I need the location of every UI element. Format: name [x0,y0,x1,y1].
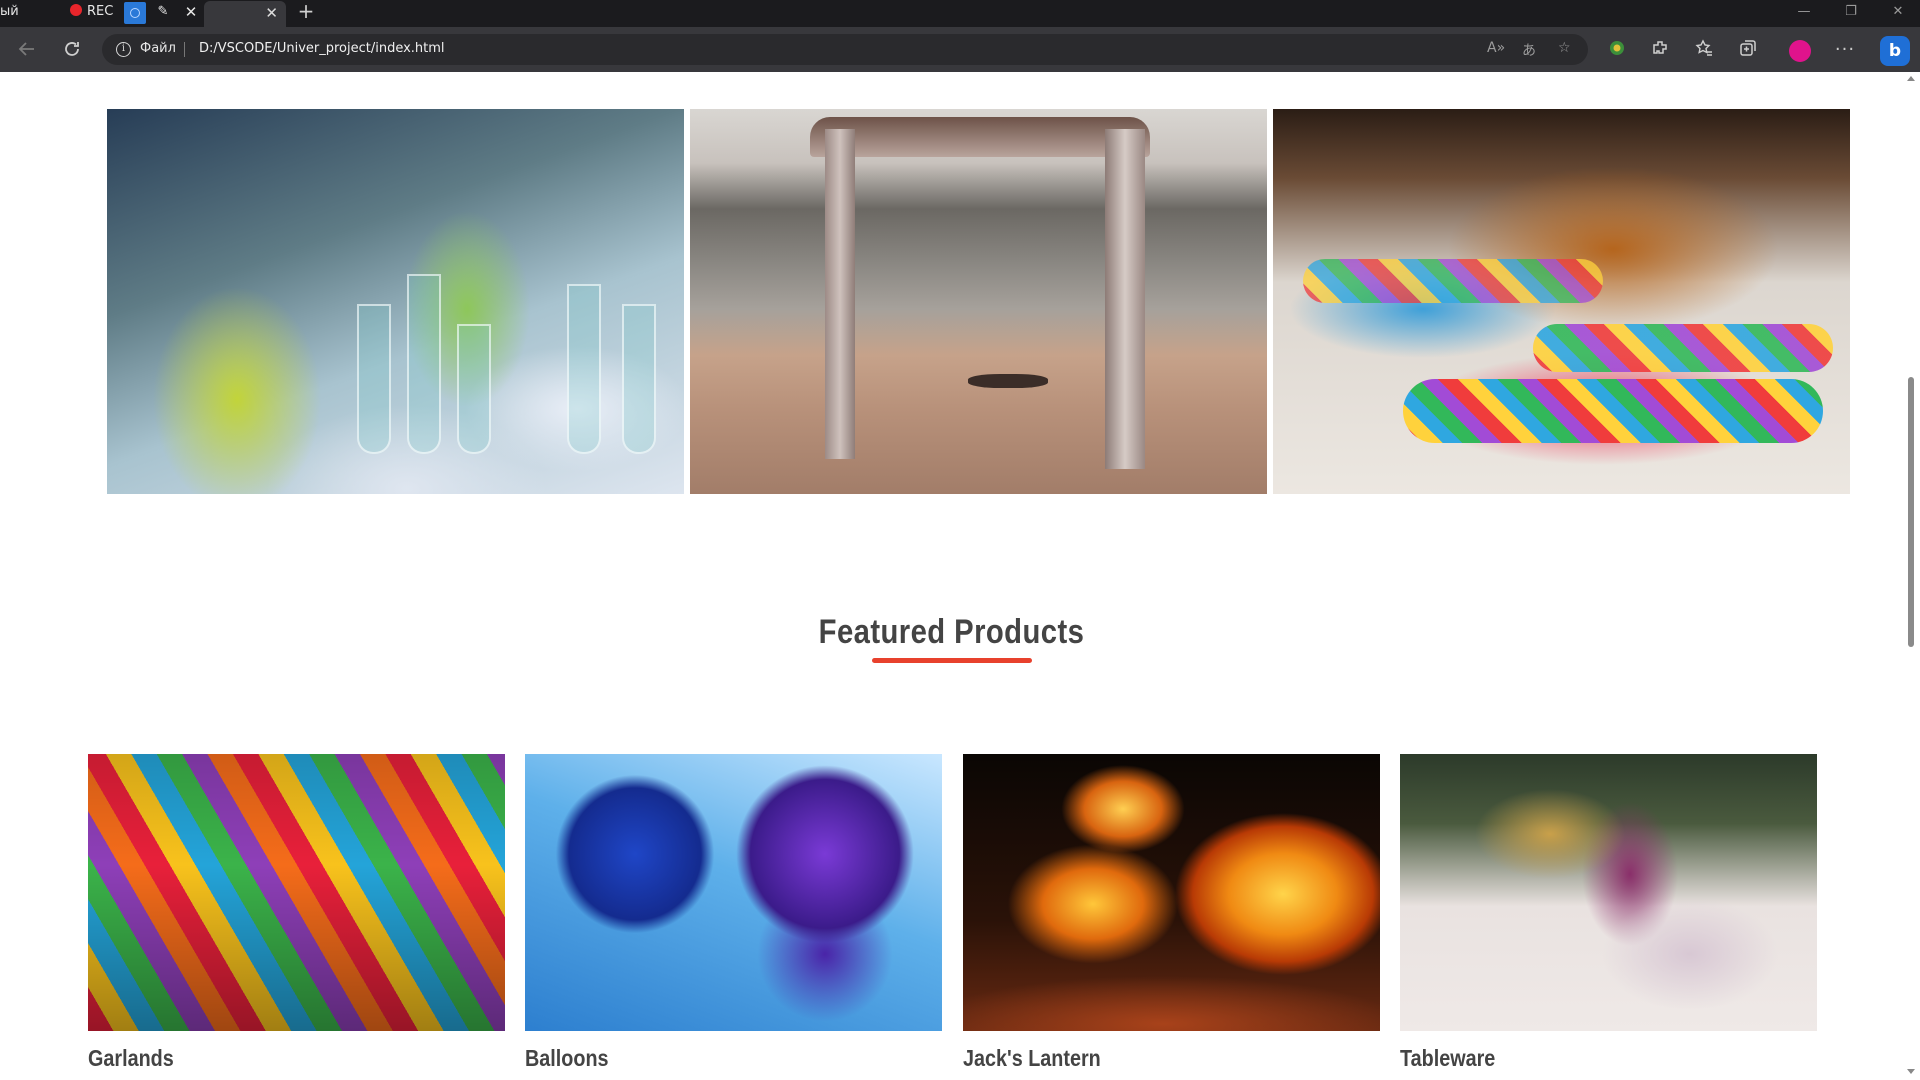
pen-icon[interactable]: ✎ [154,2,172,22]
product-name[interactable]: Balloons [525,1045,884,1072]
title-underline [872,658,1032,663]
extension-icon[interactable] [1605,38,1629,62]
refresh-icon[interactable] [60,38,84,62]
read-aloud-icon[interactable]: A» [1487,40,1505,56]
close-recorder-icon[interactable]: ✕ [183,2,199,22]
product-name[interactable]: Garlands [88,1045,447,1072]
restore-icon[interactable]: ❐ [1841,4,1861,19]
streamer-coil [1403,379,1823,443]
glass-shape [622,304,656,454]
back-icon[interactable] [15,38,39,62]
scroll-up-icon[interactable] [1907,76,1915,81]
new-tab-icon[interactable]: + [296,1,316,21]
scroll-thumb[interactable] [1908,377,1914,647]
product-name[interactable]: Tableware [1400,1045,1759,1072]
arch-right-drape [1105,129,1145,469]
translate-icon[interactable]: あ [1522,40,1536,60]
tableware-image[interactable] [1400,754,1817,1031]
more-icon[interactable]: ··· [1833,38,1857,62]
page-viewport: Featured Products Garlands Balloons Jack… [0,72,1920,1080]
url-text[interactable]: D:/VSCODE/Univer_project/index.html [199,41,445,56]
collections-icon[interactable] [1736,38,1760,62]
browser-toolbar: i Файл D:/VSCODE/Univer_project/index.ht… [0,27,1920,72]
rec-tab[interactable]: REC [70,2,130,22]
streamer-coil [1533,324,1833,372]
glass-shape [567,284,601,454]
garlands-image[interactable] [88,754,505,1031]
glass-shape [407,274,441,454]
address-bar[interactable]: i Файл D:/VSCODE/Univer_project/index.ht… [102,34,1588,65]
bing-icon[interactable]: b [1880,36,1910,66]
scheme-label: Файл [140,41,176,56]
address-separator [184,42,185,57]
table-setting-photo [107,109,684,494]
jacks-lantern-image[interactable] [963,754,1380,1031]
arch-top-shape [810,117,1150,157]
page-scrollbar[interactable] [1903,72,1920,1080]
extensions-icon[interactable] [1648,38,1672,62]
party-streamers-photo [1273,109,1850,494]
tab-bar: ый экран REC ✎ ✕ ✕ + — ❐ ✕ [0,0,1920,39]
product-card[interactable]: Balloons [525,754,942,1072]
close-tab-icon[interactable]: ✕ [265,4,278,22]
rec-label: REC [87,4,114,19]
glass-shape [457,324,491,454]
site-info-icon[interactable]: i [116,42,131,57]
active-tab[interactable]: ✕ [204,1,286,27]
section-title: Featured Products [818,613,1085,651]
streamer-coil [1303,259,1603,303]
arch-left-drape [825,129,855,459]
product-name[interactable]: Jack's Lantern [963,1045,1322,1072]
product-card[interactable]: Jack's Lantern [963,754,1380,1072]
record-icon [70,4,82,16]
profile-icon[interactable] [1789,40,1811,62]
close-window-icon[interactable]: ✕ [1888,4,1908,19]
balloons-image[interactable] [525,754,942,1031]
beach-wedding-arch-photo [690,109,1267,494]
capture-icon[interactable] [124,2,146,24]
minimize-icon[interactable]: — [1794,4,1814,19]
beach-table-shape [968,374,1048,388]
scroll-down-icon[interactable] [1907,1069,1915,1074]
product-card[interactable]: Garlands [88,754,505,1072]
favorite-add-icon[interactable]: ☆ [1558,40,1571,56]
favorites-icon[interactable] [1692,38,1716,62]
screen-tab[interactable]: ый экран [0,2,56,39]
product-card[interactable]: Tableware [1400,754,1817,1072]
glass-shape [357,304,391,454]
